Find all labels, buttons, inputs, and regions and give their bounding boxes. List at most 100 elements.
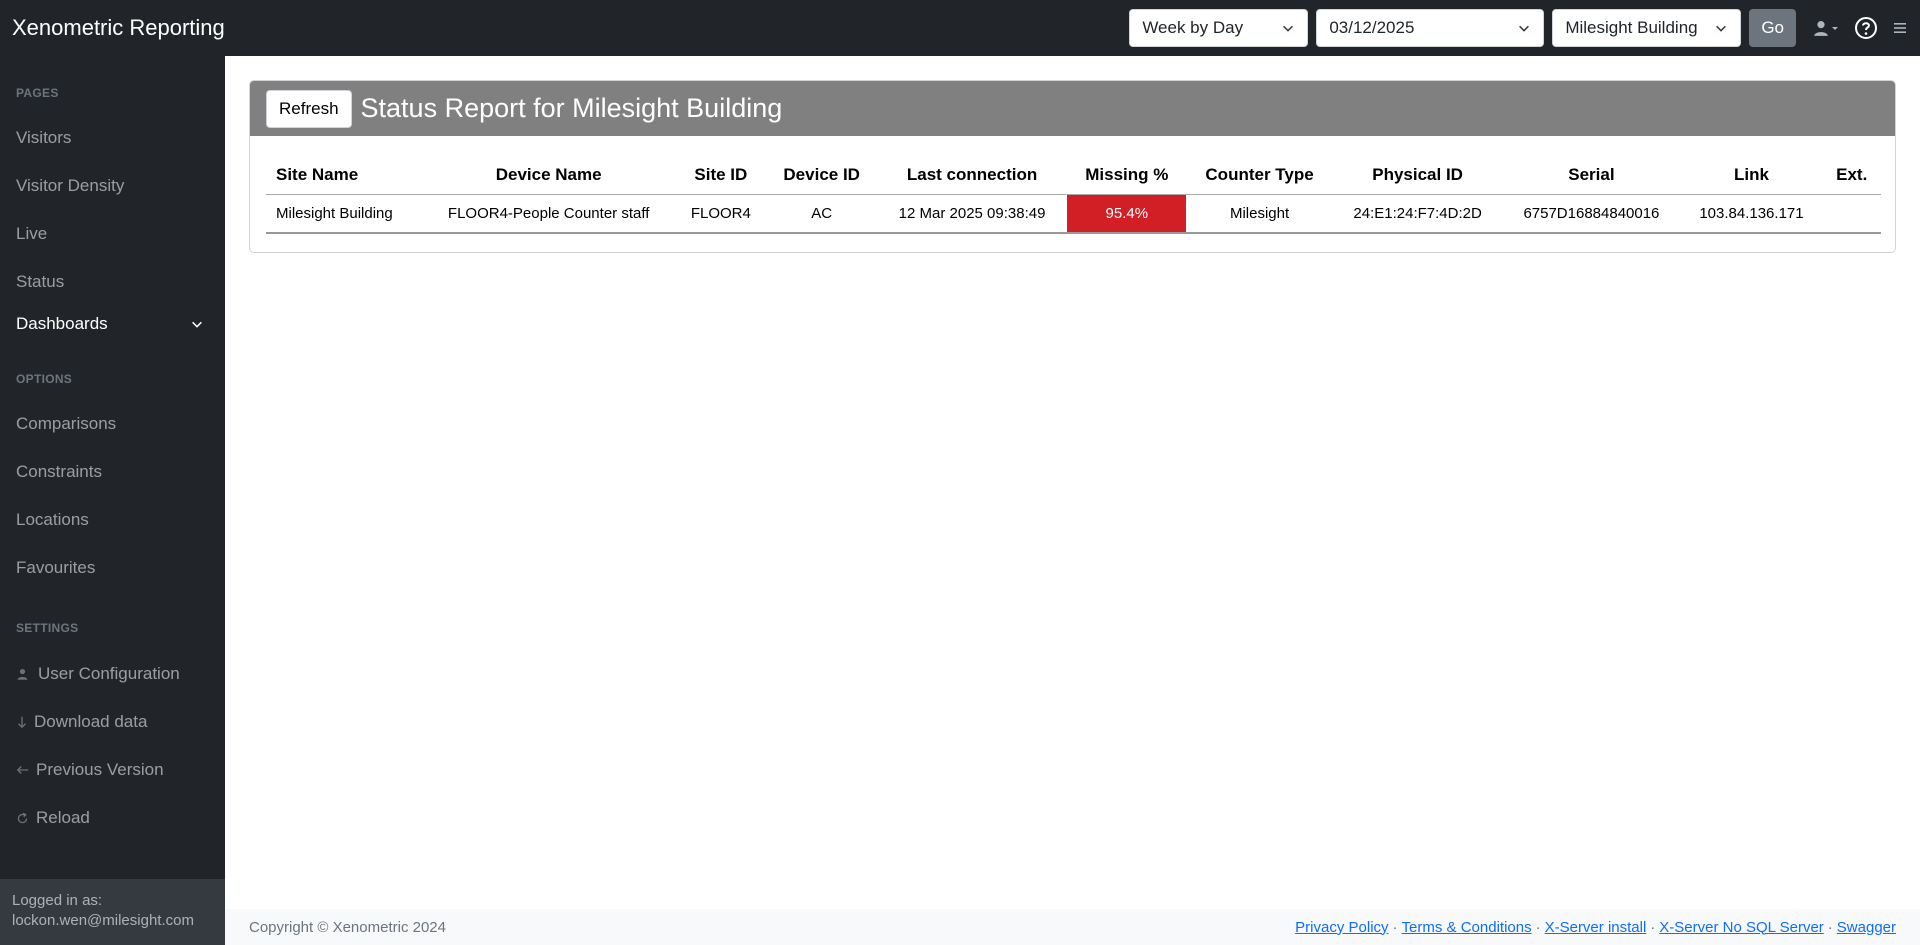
help-icon [1855, 17, 1877, 39]
col-device-name: Device Name [422, 157, 676, 195]
cell-device-id: AC [766, 194, 877, 234]
cell-serial: 6757D16884840016 [1502, 194, 1681, 234]
chevron-down-icon [1716, 25, 1727, 32]
sidebar-item-user-configuration[interactable]: User Configuration [16, 664, 180, 684]
topbar-controls: Week by Day 03/12/2025 Milesight Buildin… [1129, 0, 1920, 56]
chevron-down-icon [1519, 25, 1530, 32]
cell-device-name: FLOOR4-People Counter staff [422, 194, 676, 234]
chevron-down-icon [192, 321, 202, 328]
cell-ext [1822, 194, 1881, 234]
sidebar-item-label: Reload [36, 808, 90, 827]
sidebar-heading-pages: PAGES [16, 86, 59, 100]
terms-link[interactable]: Terms & Conditions [1402, 919, 1532, 936]
period-select[interactable]: Week by Day [1129, 9, 1309, 47]
x-server-install-link[interactable]: X-Server install [1545, 919, 1647, 936]
report-title: Status Report for Milesight Building [360, 93, 783, 123]
go-button[interactable]: Go [1749, 9, 1796, 47]
sidebar-item-label: Dashboards [16, 314, 108, 333]
logged-in-label: Logged in as: [12, 892, 103, 909]
table-row[interactable]: Milesight Building FLOOR4-People Counter… [266, 194, 1881, 234]
sidebar-item-label: Comparisons [16, 414, 117, 433]
col-physical-id: Physical ID [1332, 157, 1503, 195]
cell-physical-id: 24:E1:24:F7:4D:2D [1332, 194, 1503, 234]
sidebar-item-label: Previous Version [36, 760, 164, 779]
sidebar-heading-options: OPTIONS [16, 372, 73, 386]
app-title[interactable]: Xenometric Reporting [12, 15, 225, 41]
page-footer: Copyright © Xenometric 2024 Privacy Poli… [225, 909, 1920, 945]
col-device-id: Device ID [766, 157, 877, 195]
col-link: Link [1680, 157, 1823, 195]
col-serial: Serial [1502, 157, 1681, 195]
user-icon [1814, 21, 1828, 36]
sidebar-item-label: Locations [16, 510, 89, 529]
x-server-nosql-link[interactable]: X-Server No SQL Server [1659, 919, 1824, 936]
sidebar-item-previous-version[interactable]: Previous Version [16, 760, 164, 780]
logged-in-info: Logged in as: lockon.wen@milesight.com [0, 879, 225, 945]
separator: · [1650, 918, 1656, 936]
sidebar-item-download-data[interactable]: Download data [16, 712, 147, 732]
status-report-card: Refresh Status Report for Milesight Buil… [249, 80, 1896, 253]
sidebar-item-label: Favourites [16, 558, 96, 577]
sidebar-item-label: Visitors [16, 128, 72, 147]
user-icon [16, 667, 32, 681]
reload-icon [16, 812, 30, 825]
separator: · [1827, 918, 1833, 936]
sidebar-item-constraints[interactable]: Constraints [16, 462, 102, 482]
hamburger-icon [1894, 23, 1906, 33]
date-select-value: 03/12/2025 [1329, 18, 1415, 37]
sidebar-item-label: Constraints [16, 462, 102, 481]
cell-site-id: FLOOR4 [675, 194, 767, 234]
cell-site-name: Milesight Building [266, 194, 423, 234]
col-missing: Missing % [1067, 157, 1187, 195]
sidebar-item-visitor-density[interactable]: Visitor Density [16, 176, 124, 196]
sidebar-item-comparisons[interactable]: Comparisons [16, 414, 116, 434]
building-select[interactable]: Milesight Building [1552, 9, 1742, 47]
sidebar: PAGES Visitors Visitor Density Live Stat… [0, 56, 225, 945]
footer-links: Privacy Policy · Terms & Conditions · X-Serv… [1295, 919, 1896, 936]
sidebar-heading-settings: SETTINGS [16, 621, 79, 635]
sidebar-item-reload[interactable]: Reload [16, 808, 90, 828]
cell-missing: 95.4% [1067, 194, 1187, 234]
user-menu[interactable] [1812, 19, 1840, 37]
copyright-text: Copyright © Xenometric 2024 [249, 918, 446, 936]
col-ext: Ext. [1822, 157, 1881, 195]
sidebar-item-label: Download data [34, 712, 148, 731]
table-header-row: Site Name Device Name Site ID Device ID … [266, 157, 1881, 195]
sidebar-item-visitors[interactable]: Visitors [16, 128, 71, 148]
chevron-down-icon [1283, 25, 1294, 32]
card-header: Refresh Status Report for Milesight Buil… [250, 81, 1895, 136]
main-content: Refresh Status Report for Milesight Buil… [225, 56, 1920, 909]
col-last-connection: Last connection [876, 157, 1068, 195]
col-site-name: Site Name [266, 157, 423, 195]
sidebar-item-label: Status [16, 272, 65, 291]
logged-in-user: lockon.wen@milesight.com [12, 912, 194, 929]
cell-link[interactable]: 103.84.136.171 [1680, 194, 1823, 234]
cell-counter-type: Milesight [1186, 194, 1333, 234]
menu-button[interactable] [1892, 20, 1908, 36]
privacy-policy-link[interactable]: Privacy Policy [1295, 919, 1388, 936]
sidebar-item-label: User Configuration [38, 664, 180, 683]
top-navbar: Xenometric Reporting Week by Day 03/12/2… [0, 0, 1920, 56]
col-site-id: Site ID [675, 157, 767, 195]
cell-last-connection: 12 Mar 2025 09:38:49 [876, 194, 1068, 234]
status-table: Site Name Device Name Site ID Device ID … [266, 157, 1881, 234]
arrow-down-icon [16, 715, 28, 729]
caret-down-icon [1832, 27, 1838, 30]
sidebar-item-dashboards[interactable]: Dashboards [16, 314, 202, 334]
date-select[interactable]: 03/12/2025 [1316, 9, 1545, 47]
arrow-left-icon [16, 764, 30, 776]
sidebar-item-locations[interactable]: Locations [16, 510, 89, 530]
sidebar-item-label: Visitor Density [16, 176, 125, 195]
period-select-value: Week by Day [1142, 18, 1244, 37]
building-select-value: Milesight Building [1565, 18, 1698, 37]
col-counter-type: Counter Type [1186, 157, 1333, 195]
sidebar-item-favourites[interactable]: Favourites [16, 558, 95, 578]
sidebar-item-status[interactable]: Status [16, 272, 64, 292]
separator: · [1535, 918, 1541, 936]
separator: · [1392, 918, 1398, 936]
swagger-link[interactable]: Swagger [1837, 919, 1896, 936]
sidebar-item-label: Live [16, 224, 48, 243]
help-button[interactable] [1854, 16, 1878, 40]
sidebar-item-live[interactable]: Live [16, 224, 47, 244]
refresh-button[interactable]: Refresh [266, 89, 352, 128]
